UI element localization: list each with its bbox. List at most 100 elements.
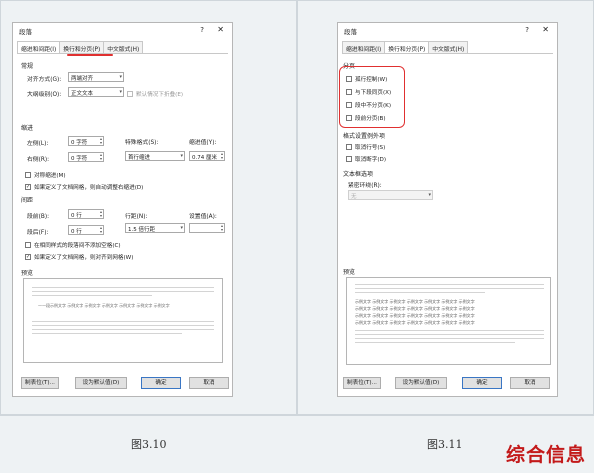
title-bar: 段落 ? ✕ bbox=[338, 23, 557, 37]
textbox-heading: 文本框选项 bbox=[343, 171, 374, 178]
tab-asian-typography[interactable]: 中文版式(H) bbox=[103, 41, 144, 53]
indent-heading: 缩进 bbox=[21, 125, 34, 132]
tab-strip: 缩进和间距(I) 换行和分页(P) 中文版式(H) bbox=[342, 41, 469, 53]
title-bar: 段落 ? ✕ bbox=[13, 23, 232, 37]
preview-pane: 示例文字 示例文字 示例文字 示例文字 示例文字 示例文字 示例文字 示例文字 … bbox=[346, 277, 551, 365]
preview-sample-line: 示例文字 示例文字 示例文字 示例文字 示例文字 示例文字 示例文字 bbox=[355, 313, 475, 318]
ok-button[interactable]: 确定 bbox=[141, 377, 181, 389]
preview-line bbox=[355, 284, 544, 285]
tab-asian-typography[interactable]: 中文版式(H) bbox=[428, 41, 469, 53]
preview-line bbox=[355, 334, 544, 335]
indent-by-spinner[interactable]: 0.74 厘米 ▴ ▾ bbox=[189, 151, 225, 161]
set-default-button[interactable]: 设为默认值(D) bbox=[395, 377, 447, 389]
checkbox-box bbox=[346, 156, 352, 162]
spinner-arrows-icon[interactable]: ▴ ▾ bbox=[100, 226, 102, 234]
set-default-button[interactable]: 设为默认值(D) bbox=[75, 377, 127, 389]
special-value: 首行缩进 bbox=[128, 155, 151, 161]
no-hyphenation-checkbox[interactable]: 取消断字(D) bbox=[346, 155, 386, 163]
close-icon[interactable]: ✕ bbox=[217, 25, 224, 34]
preview-sample-text: 示例文字 示例文字 示例文字 示例文字 示例文字 示例文字 示例文字 示例文字 … bbox=[355, 298, 544, 326]
checkbox-box bbox=[25, 242, 31, 248]
preview-line bbox=[32, 333, 182, 334]
suppress-line-numbers-checkbox[interactable]: 取消行号(S) bbox=[346, 143, 385, 151]
preview-line bbox=[32, 325, 214, 326]
preview-line bbox=[32, 295, 152, 296]
preview-heading: 预览 bbox=[21, 270, 34, 277]
help-icon[interactable]: ? bbox=[200, 26, 204, 34]
tab-divider bbox=[342, 53, 553, 54]
exceptions-heading: 格式设置例外项 bbox=[343, 133, 386, 140]
tab-line-page-breaks[interactable]: 换行和分页(P) bbox=[59, 41, 105, 53]
preview-line bbox=[355, 338, 544, 339]
collapsed-checkbox[interactable]: 默认情况下折叠(E) bbox=[127, 90, 183, 98]
auto-adjust-checkbox[interactable]: ✓ 如果定义了文档网格，则自动调整右缩进(D) bbox=[25, 183, 143, 191]
special-select[interactable]: 首行缩进 ▾ bbox=[125, 151, 185, 161]
tight-wrap-value: 无 bbox=[351, 194, 357, 200]
snap-grid-label: 如果定义了文档网格，则对齐到网格(W) bbox=[34, 255, 134, 261]
line-spacing-select[interactable]: 1.5 倍行距 ▾ bbox=[125, 223, 185, 233]
alignment-select[interactable]: 两端对齐 ▾ bbox=[68, 72, 124, 82]
chevron-down-icon: ▾ bbox=[119, 89, 122, 95]
tab-indents-spacing[interactable]: 缩进和间距(I) bbox=[17, 41, 61, 53]
close-icon[interactable]: ✕ bbox=[542, 25, 549, 34]
spinner-arrows-icon[interactable]: ▴ ▾ bbox=[221, 152, 223, 160]
help-icon[interactable]: ? bbox=[525, 26, 529, 34]
preview-sample-line: 示例文字 示例文字 示例文字 示例文字 示例文字 示例文字 示例文字 bbox=[355, 299, 475, 304]
preview-line bbox=[32, 321, 214, 322]
indent-left-label: 左侧(L): bbox=[27, 141, 49, 147]
preview-line bbox=[32, 291, 214, 292]
paragraph-dialog-line-page-breaks: 段落 ? ✕ 缩进和间距(I) 换行和分页(P) 中文版式(H) 分页 孤行控制… bbox=[337, 22, 558, 397]
tight-wrap-select[interactable]: 无 ▾ bbox=[348, 190, 433, 200]
tab-indents-spacing[interactable]: 缩进和间距(I) bbox=[342, 41, 386, 53]
at-label: 设置值(A): bbox=[189, 214, 217, 220]
watermark-logo: 综合信息 bbox=[505, 444, 586, 466]
at-spinner[interactable]: ▴ ▾ bbox=[189, 223, 225, 233]
indent-left-spinner[interactable]: 0 字符 ▴ ▾ bbox=[68, 136, 104, 146]
no-space-checkbox[interactable]: 在相同样式的段落间不添加空格(C) bbox=[25, 241, 121, 249]
spacing-before-value: 0 行 bbox=[71, 213, 82, 219]
preview-line bbox=[355, 288, 544, 289]
spinner-arrows-icon[interactable]: ▴ ▾ bbox=[100, 137, 102, 145]
line-spacing-label: 行距(N): bbox=[125, 214, 148, 220]
general-heading: 常规 bbox=[21, 63, 34, 70]
cancel-button[interactable]: 取消 bbox=[510, 377, 550, 389]
tabs-button[interactable]: 制表位(T)... bbox=[343, 377, 381, 389]
tight-wrap-label: 紧密环绕(R): bbox=[348, 183, 382, 189]
suppress-line-numbers-label: 取消行号(S) bbox=[355, 145, 386, 151]
spinner-arrows-icon[interactable]: ▴ ▾ bbox=[221, 224, 223, 232]
spacing-after-spinner[interactable]: 0 行 ▴ ▾ bbox=[68, 225, 104, 235]
checkbox-box bbox=[127, 91, 133, 97]
preview-heading: 预览 bbox=[343, 269, 356, 276]
snap-grid-checkbox[interactable]: ✓ 如果定义了文档网格，则对齐到网格(W) bbox=[25, 253, 133, 261]
preview-sample-line: 示例文字 示例文字 示例文字 示例文字 示例文字 示例文字 示例文字 bbox=[355, 306, 475, 311]
indent-right-spinner[interactable]: 0 字符 ▴ ▾ bbox=[68, 152, 104, 162]
checkbox-box bbox=[25, 172, 31, 178]
annotation-red-box bbox=[339, 66, 405, 128]
chevron-down-icon: ▾ bbox=[428, 192, 431, 198]
alignment-value: 两端对齐 bbox=[71, 76, 94, 82]
no-space-label: 在相同样式的段落间不添加空格(C) bbox=[34, 243, 121, 249]
ok-button[interactable]: 确定 bbox=[462, 377, 502, 389]
checkmark-icon: ✓ bbox=[25, 254, 31, 260]
right-figure-caption: 图3.11 bbox=[427, 438, 463, 451]
no-hyphenation-label: 取消断字(D) bbox=[355, 157, 387, 163]
preview-line bbox=[32, 287, 214, 288]
outline-level-label: 大纲级别(O): bbox=[27, 92, 62, 98]
mirror-indents-label: 对称缩进(M) bbox=[34, 173, 66, 179]
indent-by-value: 0.74 厘米 bbox=[192, 155, 217, 161]
spinner-arrows-icon[interactable]: ▴ ▾ bbox=[100, 153, 102, 161]
tab-line-page-breaks[interactable]: 换行和分页(P) bbox=[384, 41, 430, 53]
tabs-button[interactable]: 制表位(T)... bbox=[21, 377, 59, 389]
chevron-down-icon: ▾ bbox=[180, 225, 183, 231]
indent-right-value: 0 字符 bbox=[71, 156, 88, 162]
indent-left-value: 0 字符 bbox=[71, 140, 88, 146]
preview-line bbox=[355, 330, 544, 331]
spacing-before-spinner[interactable]: 0 行 ▴ ▾ bbox=[68, 209, 104, 219]
cancel-button[interactable]: 取消 bbox=[189, 377, 229, 389]
spinner-arrows-icon[interactable]: ▴ ▾ bbox=[100, 210, 102, 218]
outline-level-select[interactable]: 正文文本 ▾ bbox=[68, 87, 124, 97]
left-figure-caption: 图3.10 bbox=[131, 438, 167, 451]
mirror-indents-checkbox[interactable]: 对称缩进(M) bbox=[25, 171, 66, 179]
alignment-label: 对齐方式(G): bbox=[27, 77, 62, 83]
preview-sample-line: 示例文字 示例文字 示例文字 示例文字 示例文字 示例文字 示例文字 bbox=[355, 320, 475, 325]
